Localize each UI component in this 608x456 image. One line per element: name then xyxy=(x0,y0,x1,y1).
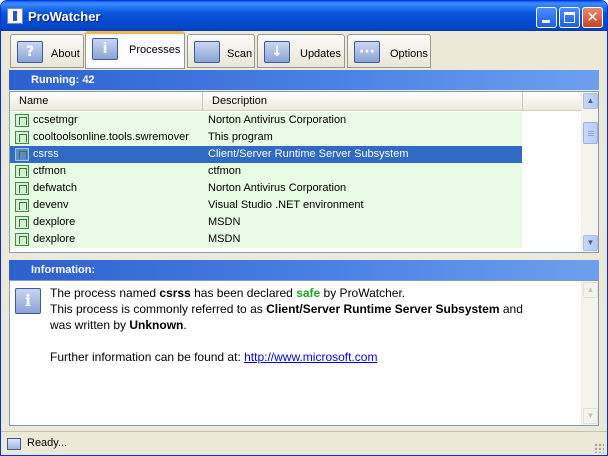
minimize-icon xyxy=(542,20,550,23)
app-icon xyxy=(7,8,23,24)
running-header: Running: 42 xyxy=(9,70,599,90)
process-row[interactable]: ctfmon ctfmon xyxy=(10,163,522,180)
common-name: Client/Server Runtime Server Subsystem xyxy=(266,302,500,316)
tab-label: About xyxy=(51,48,80,60)
status-bar: Ready... xyxy=(1,431,607,455)
tab-label: Processes xyxy=(129,44,181,56)
options-icon: ··· xyxy=(354,41,380,63)
process-safe-icon xyxy=(15,165,29,178)
info-icon: i xyxy=(15,288,41,314)
process-safe-icon xyxy=(15,233,29,246)
close-button[interactable]: ✕ xyxy=(582,7,603,28)
process-list-scrollbar[interactable]: ▲ ▼ xyxy=(581,92,598,252)
info-icon: i xyxy=(92,38,118,60)
process-name-cell: dexplore xyxy=(33,233,76,245)
tab-updates[interactable]: ↓ Updates xyxy=(257,34,345,68)
process-description-cell: Client/Server Runtime Server Subsystem xyxy=(208,148,409,160)
process-row[interactable]: devenv Visual Studio .NET environment xyxy=(10,197,522,214)
tab-bar: ? About i Processes Scan ↓ Updates ··· O… xyxy=(1,31,607,69)
question-icon: ? xyxy=(17,41,43,63)
process-row[interactable]: csrss Client/Server Runtime Server Subsys… xyxy=(10,146,522,163)
column-header-description[interactable]: Description xyxy=(203,92,523,111)
maximize-icon xyxy=(564,12,575,23)
scroll-thumb[interactable] xyxy=(583,122,598,144)
title-bar[interactable]: ProWatcher ✕ xyxy=(1,1,607,31)
process-list[interactable]: Name Description ccsetmgr Norton Antiviru… xyxy=(9,91,599,253)
process-safe-icon xyxy=(15,182,29,195)
tab-label: Scan xyxy=(227,48,253,60)
tab-about[interactable]: ? About xyxy=(10,34,84,68)
minimize-button[interactable] xyxy=(536,7,557,28)
scroll-down-button[interactable]: ▼ xyxy=(583,235,598,251)
process-description-cell: Norton Antivirus Corporation xyxy=(208,114,347,126)
process-description-cell: MSDN xyxy=(208,216,241,228)
process-description-cell: ctfmon xyxy=(208,165,242,177)
process-description-cell: Norton Antivirus Corporation xyxy=(208,182,347,194)
process-description-cell: Visual Studio .NET environment xyxy=(208,199,364,211)
tab-processes[interactable]: i Processes xyxy=(85,31,185,69)
close-icon: ✕ xyxy=(586,8,599,26)
list-header: Name Description xyxy=(10,92,582,111)
process-row[interactable]: cooltoolsonline.tools.swremover This prog… xyxy=(10,129,522,146)
process-description-cell: MSDN xyxy=(208,233,241,245)
information-text: The process named csrss has been declare… xyxy=(50,286,523,364)
window-title: ProWatcher xyxy=(28,9,101,24)
column-header-name[interactable]: Name xyxy=(10,92,203,111)
process-name-cell: devenv xyxy=(33,199,69,211)
author: Unknown xyxy=(129,318,184,332)
download-arrow-icon: ↓ xyxy=(264,41,290,63)
process-row[interactable]: dexplore MSDN xyxy=(10,231,522,248)
process-safe-icon xyxy=(15,131,29,144)
tab-label: Options xyxy=(390,48,428,60)
info-scroll-down-button[interactable]: ▼ xyxy=(583,408,598,424)
process-name-cell: ctfmon xyxy=(33,165,67,177)
resize-grip[interactable] xyxy=(594,443,604,453)
process-description-cell: This program xyxy=(208,131,273,143)
information-panel: i The process named csrss has been decla… xyxy=(9,280,599,426)
process-name-cell: ccsetmgr xyxy=(33,114,78,126)
process-safe-icon xyxy=(15,199,29,212)
process-row[interactable]: defwatch Norton Antivirus Corporation xyxy=(10,180,522,197)
information-header: Information: xyxy=(9,260,599,280)
process-name: csrss xyxy=(159,286,191,300)
process-safe-icon xyxy=(15,114,29,127)
scroll-up-button[interactable]: ▲ xyxy=(583,93,598,109)
status-text: Ready... xyxy=(27,437,68,449)
process-name-cell: dexplore xyxy=(33,216,76,228)
scan-icon xyxy=(194,41,220,63)
tab-options[interactable]: ··· Options xyxy=(347,34,431,68)
tab-label: Updates xyxy=(300,48,341,60)
app-window: ProWatcher ✕ ? About i Processes Scan ↓ … xyxy=(0,0,608,456)
information-scrollbar[interactable]: ▲ ▼ xyxy=(581,281,598,425)
process-name-cell: defwatch xyxy=(33,182,78,194)
maximize-button[interactable] xyxy=(559,7,580,28)
process-safe-icon xyxy=(15,216,29,229)
safety-status: safe xyxy=(296,286,321,300)
status-icon xyxy=(7,438,21,450)
process-name-cell: cooltoolsonline.tools.swremover xyxy=(33,131,189,143)
info-link[interactable]: http://www.microsoft.com xyxy=(244,350,377,364)
process-safe-icon xyxy=(15,148,29,161)
tab-scan[interactable]: Scan xyxy=(187,34,255,68)
info-scroll-up-button[interactable]: ▲ xyxy=(583,282,598,298)
process-row[interactable]: ccsetmgr Norton Antivirus Corporation xyxy=(10,112,522,129)
process-rows: ccsetmgr Norton Antivirus Corporation cool… xyxy=(10,112,522,248)
process-name-cell: csrss xyxy=(33,148,59,160)
process-row[interactable]: dexplore MSDN xyxy=(10,214,522,231)
